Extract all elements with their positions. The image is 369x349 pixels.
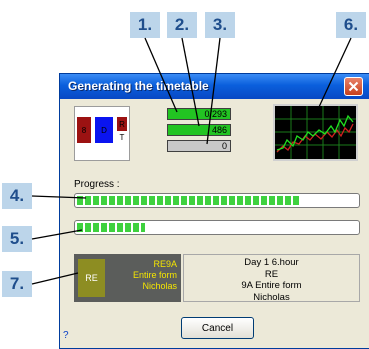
room-block: 8: [77, 117, 91, 143]
callout-5: 5.: [2, 226, 32, 252]
dialog-title: Generating the timetable: [68, 79, 209, 93]
overall-progress-bar: [74, 193, 360, 208]
overall-progress-fill: [77, 196, 300, 205]
current-lesson-card: RE RE9A Entire form Nicholas: [74, 254, 181, 302]
callout-2: 2.: [167, 12, 197, 38]
title-bar: Generating the timetable: [60, 74, 369, 99]
iterations-counter: 486: [167, 124, 231, 136]
room-block: T: [117, 131, 127, 143]
callout-6: 6.: [336, 12, 366, 38]
room-block: R: [117, 117, 127, 131]
graph-plot: [275, 106, 356, 159]
step-progress-bar: [74, 220, 360, 235]
room-indicator-panel: 8 D R T: [74, 106, 130, 161]
lesson-color-swatch: RE: [78, 259, 105, 297]
generation-graph: [273, 104, 358, 161]
close-icon: [348, 81, 359, 92]
close-button[interactable]: [344, 77, 363, 96]
progress-label: Progress :: [74, 179, 120, 190]
cancel-button[interactable]: Cancel: [181, 317, 254, 339]
placed-lessons-counter: 0/293: [167, 108, 231, 120]
conflicts-counter: 0: [167, 140, 231, 152]
callout-7: 7.: [2, 271, 32, 297]
lesson-detail-panel: Day 1 6.hour RE 9A Entire form Nicholas: [183, 254, 360, 303]
callout-4: 4.: [2, 183, 32, 209]
generating-timetable-dialog: Generating the timetable 8 D R T 0/293 4…: [59, 73, 369, 349]
step-progress-fill: [77, 223, 145, 232]
room-block: D: [95, 117, 113, 143]
lesson-card-text: RE9A Entire form Nicholas: [132, 259, 177, 291]
callout-1: 1.: [130, 12, 160, 38]
callout-3: 3.: [205, 12, 235, 38]
help-link[interactable]: ?: [63, 330, 69, 341]
